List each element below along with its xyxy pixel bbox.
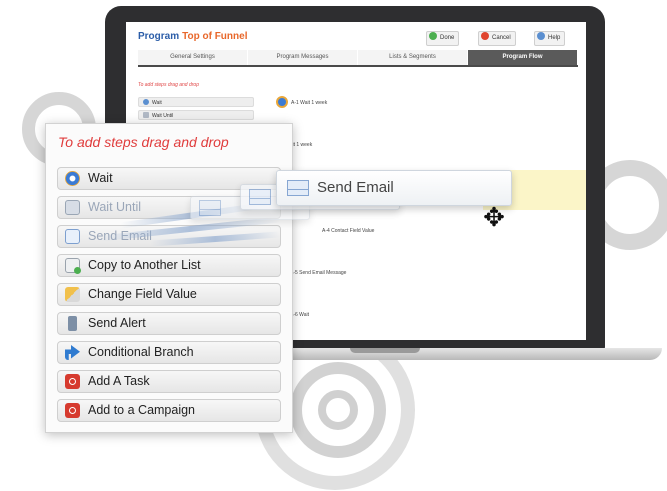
done-button-label: Done: [440, 35, 455, 41]
palette-item-label: Copy to Another List: [88, 258, 201, 272]
palette-hint: To add steps drag and drop: [58, 134, 229, 150]
palette-item-label: Change Field Value: [88, 287, 197, 301]
mini-step-label: Wait: [152, 100, 162, 106]
laptop-base-notch: [350, 348, 420, 353]
flow-step[interactable]: A-1 Wait 1 week: [276, 96, 327, 108]
cancel-button-label: Cancel: [492, 35, 511, 41]
flow-step-label: A-1 Wait 1 week: [291, 100, 328, 106]
palette-item-label: Add to a Campaign: [88, 403, 196, 417]
program-title-prefix: Program: [138, 31, 180, 42]
envelope-icon: [65, 229, 80, 244]
calendar-icon: [143, 112, 149, 118]
envelope-icon: [287, 180, 309, 196]
mini-step-wait-until[interactable]: Wait Until: [138, 110, 254, 120]
program-title-name: Top of Funnel: [182, 31, 248, 42]
cancel-icon: [481, 32, 489, 40]
task-icon: [65, 374, 80, 389]
clock-icon: [65, 171, 80, 186]
done-button[interactable]: Done: [426, 31, 460, 46]
envelope-icon: [249, 189, 271, 205]
campaign-icon: [65, 403, 80, 418]
copy-list-icon: [65, 258, 81, 274]
move-cursor-icon: ✥: [483, 203, 505, 233]
calendar-icon: [65, 200, 80, 215]
palette-item-add-task[interactable]: Add A Task: [57, 370, 281, 393]
help-button-label: Help: [548, 35, 561, 41]
help-icon: [537, 32, 545, 40]
palette-item-label: Wait Until: [88, 200, 142, 214]
flow-step-label: A-4 Contact Field Value: [322, 228, 375, 234]
dragged-card-label: Send Email: [317, 179, 394, 196]
flow-step-label: A-5 Send Email Message: [290, 270, 347, 276]
program-title: Program Top of Funnel: [138, 31, 247, 42]
mini-step-label: Wait Until: [152, 113, 174, 119]
palette-item-label: Add A Task: [88, 374, 150, 388]
palette-item-change-field-value[interactable]: Change Field Value: [57, 283, 281, 306]
step-palette: To add steps drag and drop Wait Wait Unt…: [45, 123, 293, 433]
tab-general-settings[interactable]: General Settings: [138, 50, 248, 65]
dragged-send-email-card[interactable]: Send Email: [276, 170, 512, 206]
tab-program-flow[interactable]: Program Flow: [468, 50, 578, 65]
palette-item-label: Send Alert: [88, 316, 146, 330]
palette-item-send-alert[interactable]: Send Alert: [57, 312, 281, 335]
branch-arrow-icon: [65, 345, 80, 360]
mini-step-wait[interactable]: Wait: [138, 97, 254, 107]
decorative-ring-bottom-inner: [318, 390, 358, 430]
clock-icon: [276, 96, 288, 108]
phone-icon: [68, 316, 77, 331]
tab-program-messages[interactable]: Program Messages: [248, 50, 358, 65]
palette-item-conditional-branch[interactable]: Conditional Branch: [57, 341, 281, 364]
check-icon: [429, 32, 437, 40]
program-tabs: General Settings Program Messages Lists …: [138, 50, 578, 67]
tab-lists-segments[interactable]: Lists & Segments: [358, 50, 468, 65]
flow-step[interactable]: A-4 Contact Field Value: [322, 228, 374, 234]
help-button[interactable]: Help: [534, 31, 566, 46]
cancel-button[interactable]: Cancel: [478, 31, 516, 46]
pencil-icon: [65, 287, 80, 302]
palette-item-add-to-campaign[interactable]: Add to a Campaign: [57, 399, 281, 422]
palette-item-label: Wait: [88, 171, 113, 185]
envelope-icon: [199, 200, 221, 216]
clock-icon: [143, 99, 149, 105]
steps-hint-small: To add steps drag and drop: [138, 82, 199, 88]
palette-item-copy-to-list[interactable]: Copy to Another List: [57, 254, 281, 277]
flow-step[interactable]: A-5 Send Email Message: [290, 270, 346, 276]
palette-item-label: Conditional Branch: [88, 345, 194, 359]
